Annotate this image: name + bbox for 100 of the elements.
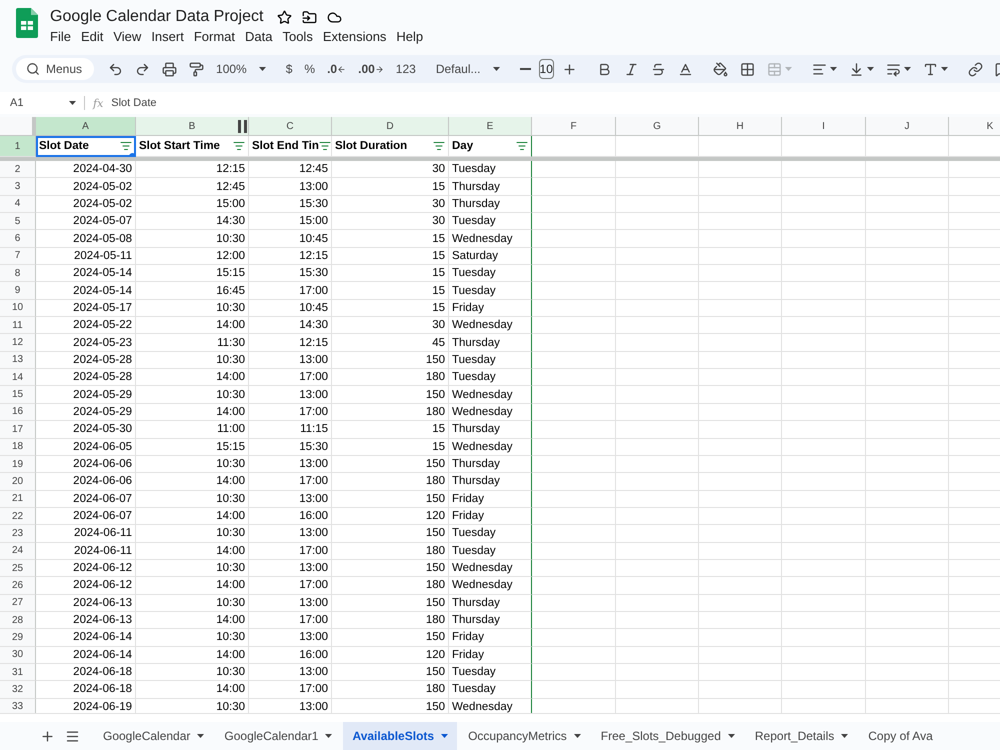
filter-icon[interactable] — [318, 140, 331, 152]
row-header[interactable]: 15 — [0, 386, 36, 404]
font-dropdown[interactable]: Defaul... — [432, 58, 504, 80]
empty-cell[interactable] — [616, 136, 699, 157]
row-header[interactable]: 10 — [0, 300, 36, 318]
column-heading[interactable]: Day — [449, 136, 532, 157]
table-cell: 180 — [332, 404, 449, 422]
sheet-tab[interactable]: Report_Details — [746, 722, 858, 750]
row-header[interactable]: 25 — [0, 560, 36, 578]
document-title[interactable]: Google Calendar Data Project — [50, 8, 264, 26]
row-header[interactable]: 33 — [0, 698, 36, 713]
font-size-field[interactable]: 10 — [538, 59, 554, 79]
sheet-tab[interactable]: AvailableSlots — [343, 722, 458, 750]
table-cell: 16:45 — [136, 282, 249, 300]
row-header[interactable]: 1 — [0, 136, 36, 157]
column-header[interactable]: I — [782, 117, 866, 136]
sheet-tab[interactable]: OccupancyMetrics — [459, 722, 590, 750]
table-cell: 15 — [332, 248, 449, 266]
column-heading[interactable]: Slot End Tin — [249, 136, 332, 157]
menu-item[interactable]: Edit — [76, 29, 108, 44]
row-header[interactable]: 16 — [0, 404, 36, 422]
format-button[interactable]: 123 — [392, 58, 420, 80]
formula-value[interactable]: Slot Date — [111, 97, 157, 109]
table-cell: 2024-06-07 — [36, 490, 136, 508]
spreadsheet-logo[interactable] — [16, 8, 38, 38]
sheet-tab[interactable]: GoogleCalendar1 — [215, 722, 342, 750]
row-header[interactable]: 11 — [0, 317, 36, 334]
column-header[interactable]: E — [449, 117, 532, 136]
menu-item[interactable]: View — [108, 29, 146, 44]
row-header[interactable]: 3 — [0, 178, 36, 196]
row-header[interactable]: 5 — [0, 213, 36, 230]
column-heading[interactable]: Slot Start Time — [136, 136, 249, 157]
column-header[interactable]: C — [249, 117, 332, 136]
column-header[interactable]: F — [532, 117, 616, 136]
table-cell: Wednesday — [449, 404, 532, 422]
menu-item[interactable]: Insert — [146, 29, 189, 44]
row-header[interactable]: 13 — [0, 352, 36, 370]
row-header[interactable]: 9 — [0, 282, 36, 300]
freeze-handle-icon[interactable] — [238, 120, 247, 133]
row-header[interactable]: 19 — [0, 456, 36, 474]
empty-cell[interactable] — [866, 136, 949, 157]
filter-icon[interactable] — [516, 140, 528, 152]
sheet-tab[interactable]: Free_Slots_Debugged — [592, 722, 744, 750]
row-header[interactable]: 4 — [0, 196, 36, 214]
row-header[interactable]: 14 — [0, 369, 36, 386]
row-header[interactable]: 6 — [0, 230, 36, 248]
filter-icon[interactable] — [433, 140, 445, 152]
menu-item[interactable]: Extensions — [318, 29, 392, 44]
column-heading[interactable]: Slot Date — [36, 136, 136, 157]
menu-search-field[interactable]: Menus — [16, 58, 94, 80]
filter-icon[interactable] — [120, 140, 132, 152]
table-cell: Tuesday — [449, 213, 532, 230]
row-header[interactable]: 32 — [0, 681, 36, 699]
sheet-tab[interactable]: Copy of Ava — [859, 722, 942, 750]
column-header[interactable]: D — [332, 117, 449, 136]
empty-cell[interactable] — [699, 136, 782, 157]
column-header[interactable]: A — [36, 117, 136, 136]
format-button[interactable]: % — [300, 58, 320, 80]
row-header[interactable]: 29 — [0, 629, 36, 647]
sheet-tab[interactable]: GoogleCalendar — [94, 722, 214, 750]
column-heading[interactable]: Slot Duration — [332, 136, 449, 157]
row-header[interactable]: 2 — [0, 161, 36, 178]
row-header[interactable]: 12 — [0, 334, 36, 352]
menu-item[interactable]: Help — [391, 29, 428, 44]
menu-item[interactable]: Format — [188, 29, 240, 44]
row-header[interactable]: 23 — [0, 525, 36, 543]
menu-item[interactable]: Tools — [277, 29, 318, 44]
row-header[interactable]: 8 — [0, 265, 36, 282]
decimal-increase-button[interactable]: .00 — [354, 58, 388, 80]
empty-cell[interactable] — [782, 136, 866, 157]
row-header[interactable]: 28 — [0, 612, 36, 630]
row-header[interactable]: 30 — [0, 646, 36, 664]
row-header[interactable]: 27 — [0, 594, 36, 612]
empty-cell[interactable] — [532, 136, 616, 157]
row-header[interactable]: 7 — [0, 248, 36, 266]
column-header[interactable]: J — [866, 117, 949, 136]
column-header[interactable]: B — [136, 117, 249, 136]
menu-item[interactable]: File — [50, 29, 76, 44]
star-icon[interactable] — [277, 10, 292, 24]
column-header[interactable]: K — [949, 117, 1000, 136]
row-header[interactable]: 24 — [0, 542, 36, 560]
table-cell: Tuesday — [449, 664, 532, 682]
decimal-decrease-button[interactable]: .0 — [323, 58, 350, 80]
row-header[interactable]: 20 — [0, 473, 36, 491]
menu-item[interactable]: Data — [240, 29, 278, 44]
name-box[interactable]: A1 — [0, 97, 84, 109]
row-header[interactable]: 31 — [0, 664, 36, 682]
format-button[interactable]: $ — [282, 58, 296, 80]
cloud-icon[interactable] — [327, 10, 342, 24]
folder-icon[interactable] — [302, 10, 318, 24]
column-header[interactable]: H — [699, 117, 782, 136]
row-header[interactable]: 22 — [0, 508, 36, 526]
filter-icon[interactable] — [233, 140, 245, 152]
column-header[interactable]: G — [616, 117, 699, 136]
horizontal-scrollbar[interactable] — [0, 713, 1000, 722]
zoom-dropdown[interactable]: 100% — [212, 58, 270, 80]
row-header[interactable]: 26 — [0, 577, 36, 595]
row-header[interactable]: 21 — [0, 490, 36, 508]
row-header[interactable]: 18 — [0, 438, 36, 456]
row-header[interactable]: 17 — [0, 421, 36, 438]
